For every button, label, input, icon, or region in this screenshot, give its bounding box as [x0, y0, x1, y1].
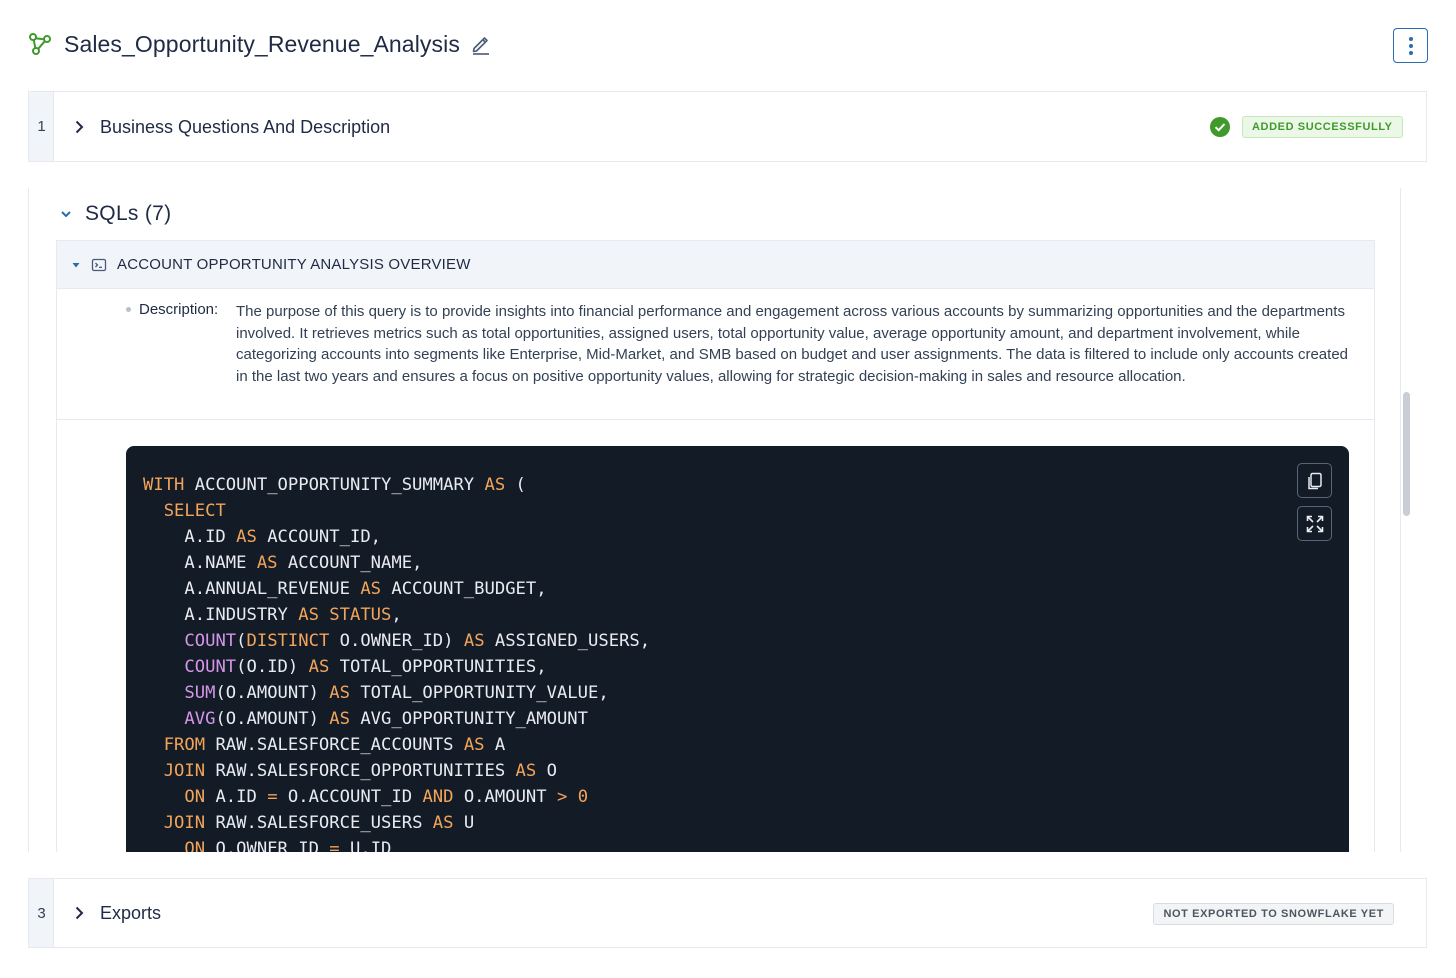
- bullet-icon: [126, 307, 131, 312]
- code-line: FROM RAW.SALESFORCE_ACCOUNTS AS A: [163, 735, 506, 755]
- page-title: Sales_Opportunity_Revenue_Analysis: [64, 30, 460, 57]
- sqls-section: SQLs (7) ACCOUNT OPPORTUNITY ANALYSIS OV…: [28, 188, 1401, 852]
- chevron-right-icon[interactable]: [71, 119, 87, 135]
- caret-down-icon[interactable]: [71, 260, 81, 270]
- expand-button[interactable]: [1297, 506, 1332, 541]
- status-badge: NOT EXPORTED TO SNOWFLAKE YET: [1153, 903, 1394, 925]
- step-number: 3: [37, 905, 46, 922]
- check-circle-icon: [1210, 117, 1230, 137]
- status-badge: ADDED SUCCESSFULLY: [1242, 116, 1403, 138]
- code-line: A.NAME AS ACCOUNT_NAME,: [143, 553, 423, 573]
- chevron-right-icon[interactable]: [71, 905, 87, 921]
- sqls-heading: SQLs: [85, 202, 139, 225]
- page-header: Sales_Opportunity_Revenue_Analysis: [28, 26, 1428, 63]
- section-business-questions: 1 Business Questions And Description ADD…: [28, 91, 1427, 162]
- sql-card-header[interactable]: ACCOUNT OPPORTUNITY ANALYSIS OVERVIEW: [57, 241, 1374, 289]
- chevron-down-icon[interactable]: [59, 207, 73, 221]
- sqls-count: (7): [144, 202, 172, 225]
- code-line: ON A.ID = O.ACCOUNT_ID AND O.AMOUNT > 0: [184, 787, 589, 807]
- graph-nodes-icon: [28, 32, 52, 56]
- scrollbar-thumb[interactable]: [1403, 392, 1410, 516]
- section-title[interactable]: Business Questions And Description: [100, 117, 390, 138]
- code-line: AVG(O.AMOUNT) AS AVG_OPPORTUNITY_AMOUNT: [184, 709, 588, 729]
- section-title[interactable]: Exports: [100, 903, 161, 924]
- sql-card: ACCOUNT OPPORTUNITY ANALYSIS OVERVIEW De…: [56, 240, 1375, 852]
- sqls-title: SQLs (7): [85, 202, 171, 226]
- code-line: SUM(O.AMOUNT) AS TOTAL_OPPORTUNITY_VALUE…: [184, 683, 609, 703]
- description-label: Description:: [139, 301, 219, 318]
- kebab-menu-icon: [1408, 35, 1413, 56]
- expand-icon: [1305, 514, 1325, 534]
- sql-code[interactable]: WITH ACCOUNT_OPPORTUNITY_SUMMARY AS ( SE…: [143, 472, 650, 852]
- step-number: 1: [37, 118, 46, 135]
- code-line: COUNT(O.ID) AS TOTAL_OPPORTUNITIES,: [184, 657, 547, 677]
- copy-icon: [1305, 471, 1325, 491]
- code-line: COUNT(DISTINCT O.OWNER_ID) AS ASSIGNED_U…: [184, 631, 651, 651]
- sql-description: Description: The purpose of this query i…: [57, 289, 1374, 420]
- pencil-icon[interactable]: [470, 33, 492, 55]
- kebab-menu-button[interactable]: [1393, 28, 1428, 63]
- code-block[interactable]: WITH ACCOUNT_OPPORTUNITY_SUMMARY AS ( SE…: [126, 446, 1349, 852]
- code-line: SELECT: [163, 501, 226, 521]
- description-text: The purpose of this query is to provide …: [236, 303, 1348, 385]
- terminal-icon: [91, 257, 107, 273]
- section-exports: 3 Exports NOT EXPORTED TO SNOWFLAKE YET: [28, 878, 1427, 948]
- code-line: A.INDUSTRY AS STATUS,: [143, 605, 402, 625]
- sql-card-title: ACCOUNT OPPORTUNITY ANALYSIS OVERVIEW: [117, 256, 471, 273]
- code-line: A.ANNUAL_REVENUE AS ACCOUNT_BUDGET,: [143, 579, 547, 599]
- copy-button[interactable]: [1297, 463, 1332, 498]
- code-line: A.ID AS ACCOUNT_ID,: [143, 527, 382, 547]
- code-line: WITH ACCOUNT_OPPORTUNITY_SUMMARY AS (: [143, 475, 526, 495]
- code-line: JOIN RAW.SALESFORCE_USERS AS U: [163, 813, 475, 833]
- code-line: JOIN RAW.SALESFORCE_OPPORTUNITIES AS O: [163, 761, 557, 781]
- code-line: ON O.OWNER_ID = U.ID: [184, 839, 392, 852]
- sqls-header[interactable]: SQLs (7): [59, 202, 171, 226]
